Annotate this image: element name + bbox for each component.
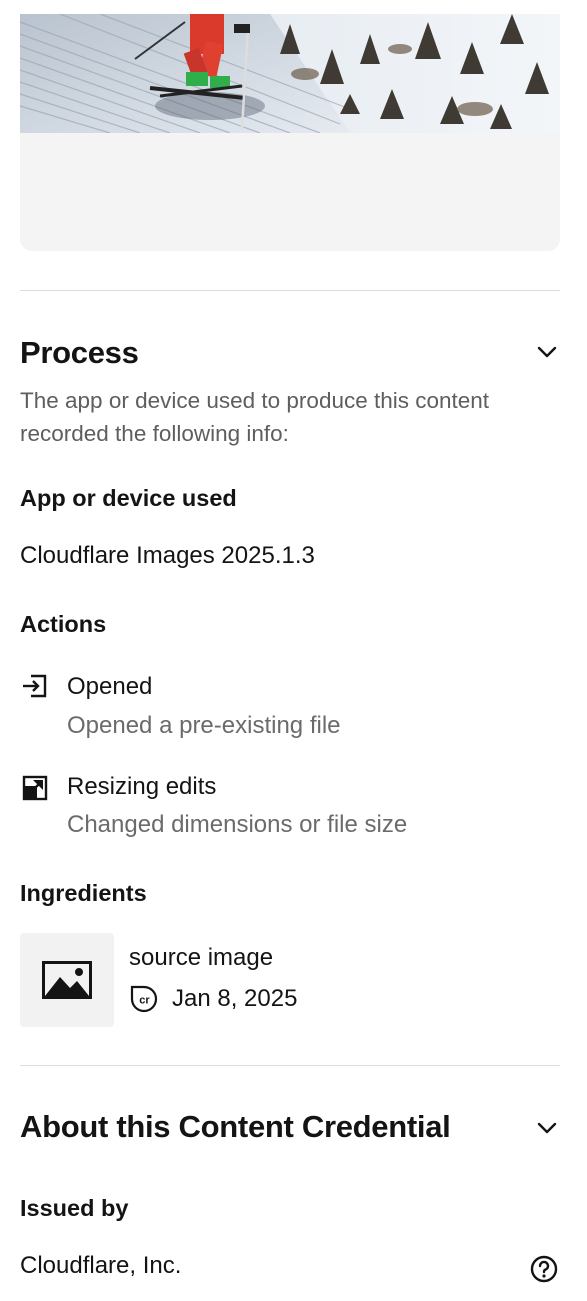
action-resizing-description: Changed dimensions or file size	[67, 811, 408, 838]
content-credentials-icon: cr	[130, 985, 158, 1013]
ingredient-thumbnail[interactable]	[20, 933, 114, 1027]
chevron-down-icon[interactable]	[535, 340, 559, 364]
ingredient-date: Jan 8, 2025	[172, 985, 298, 1012]
divider	[20, 290, 560, 291]
issued-by-label: Issued by	[20, 1195, 129, 1221]
actions-label: Actions	[20, 611, 107, 637]
action-opened-title: Opened	[67, 673, 153, 700]
hero-image-card	[20, 14, 560, 251]
chevron-down-icon[interactable]	[535, 1116, 559, 1140]
action-resizing-title: Resizing edits	[67, 773, 217, 800]
hero-photo	[20, 14, 560, 133]
process-description: The app or device used to produce this c…	[20, 388, 490, 446]
app-device-label: App or device used	[20, 485, 237, 511]
help-icon[interactable]	[529, 1254, 559, 1284]
svg-text:cr: cr	[139, 995, 150, 1007]
action-opened-description: Opened a pre-existing file	[67, 712, 341, 739]
ingredient-name[interactable]: source image	[129, 946, 273, 970]
issuer-name: Cloudflare, Inc.	[20, 1252, 182, 1279]
image-icon	[42, 961, 92, 999]
app-device-value: Cloudflare Images 2025.1.3	[20, 542, 315, 569]
content-credentials-panel: Process The app or device used to produc…	[0, 0, 587, 1301]
open-file-icon	[23, 674, 47, 698]
ingredients-label: Ingredients	[20, 880, 147, 906]
skier-photo-icon	[20, 14, 560, 133]
about-section-title: About this Content Credential	[20, 1109, 451, 1144]
process-section-title: Process	[20, 335, 139, 370]
resize-icon	[22, 775, 48, 801]
divider	[20, 1065, 560, 1066]
